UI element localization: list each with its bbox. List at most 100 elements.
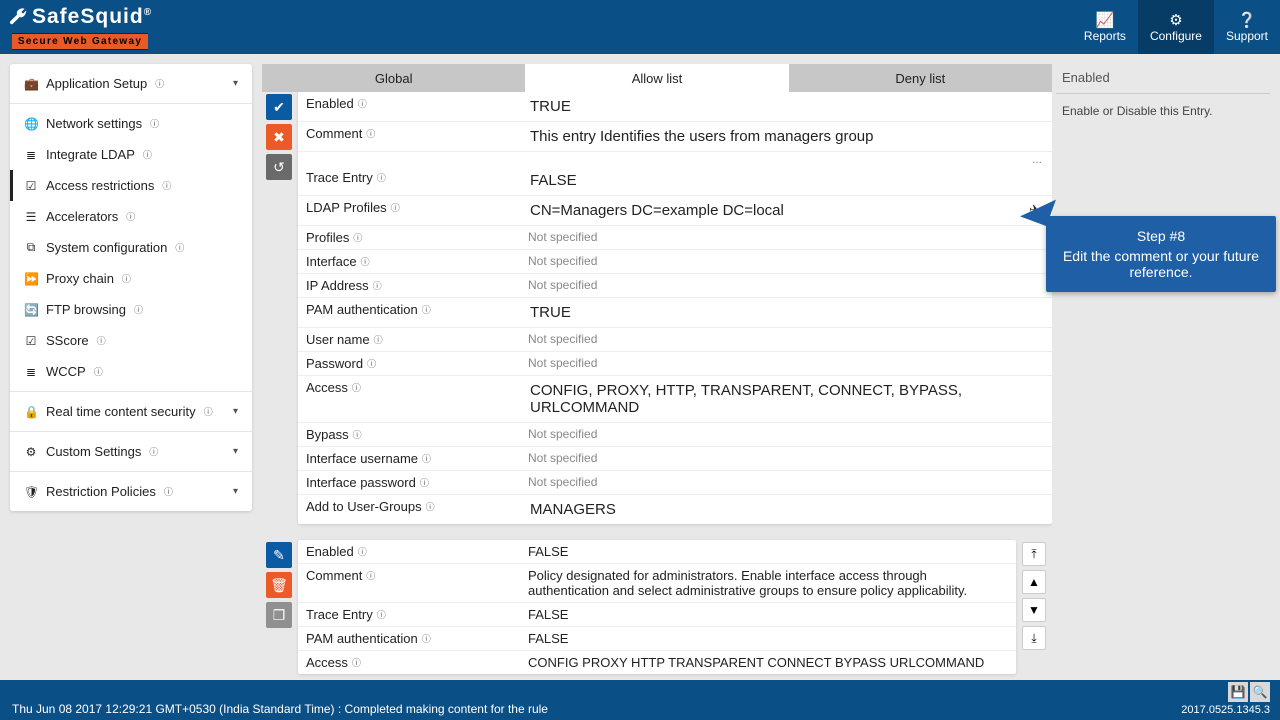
chevron-down-icon: ▾ (233, 446, 238, 457)
field-value-ldap-profiles[interactable]: CN=Managers DC=example DC=local✈ (518, 196, 1052, 225)
tab-deny-list[interactable]: Deny list (789, 64, 1052, 92)
info-icon[interactable]: ⓘ (353, 231, 362, 244)
confirm-button[interactable]: ✔ (266, 94, 292, 120)
tab-global[interactable]: Global (262, 64, 525, 92)
field-label-interface: Interfaceⓘ (298, 250, 518, 273)
search-icon[interactable]: 🔍 (1250, 682, 1270, 702)
entry-actions: ✎ 🗑 ❐ (262, 540, 298, 674)
sidebar: 💼Application Setupⓘ▾ 🌐Network settingsⓘ … (0, 54, 262, 680)
brand-logo: SafeSquid® Secure Web Gateway (8, 5, 152, 50)
field-value-user-name[interactable]: Not specified (518, 328, 1052, 350)
field-value-profiles[interactable]: Not specified (518, 226, 1052, 248)
sidebar-item-label: SScore (46, 333, 89, 348)
field-value-interface[interactable]: Not specified (518, 250, 1052, 272)
field-value-comment: Policy designated for administrators. En… (518, 564, 1016, 602)
info-icon[interactable]: ⓘ (366, 127, 375, 140)
field-value-password[interactable]: Not specified (518, 352, 1052, 374)
info-icon: ⓘ (126, 210, 135, 223)
field-label-access: Accessⓘ (298, 651, 518, 674)
sidebar-item-access-restrictions[interactable]: ☑Access restrictionsⓘ (10, 170, 252, 201)
sidebar-item-restriction-policies[interactable]: 🛡Restriction Policiesⓘ▾ (10, 476, 252, 507)
briefcase-icon: 💼 (24, 77, 38, 91)
move-down-button[interactable]: ▼ (1022, 598, 1046, 622)
info-icon: ⓘ (122, 272, 131, 285)
info-icon: ⓘ (164, 485, 173, 498)
tab-allow-list[interactable]: Allow list (525, 64, 788, 92)
check-icon: ☑ (24, 334, 38, 348)
field-value-comment[interactable]: This entry Identifies the users from man… (518, 122, 1052, 151)
sidebar-item-system-configuration[interactable]: ⧉System configurationⓘ (10, 232, 252, 263)
info-icon[interactable]: ⓘ (366, 569, 375, 582)
sidebar-item-label: Access restrictions (46, 178, 154, 193)
revert-button[interactable]: ↺ (266, 154, 292, 180)
info-icon: ⓘ (155, 77, 164, 90)
info-icon[interactable]: ⓘ (422, 452, 431, 465)
sidebar-item-integrate-ldap[interactable]: ≣Integrate LDAPⓘ (10, 139, 252, 170)
sidebar-item-sscore[interactable]: ☑SScoreⓘ (10, 325, 252, 356)
info-icon[interactable]: ⓘ (377, 171, 386, 184)
ellipsis: ... (298, 152, 1052, 166)
divider (10, 431, 252, 432)
field-value-add-to-user-groups[interactable]: MANAGERS (518, 495, 1052, 524)
sidebar-item-ftp-browsing[interactable]: 🔄FTP browsingⓘ (10, 294, 252, 325)
shield-icon: 🛡 (24, 485, 38, 499)
field-value-pam-auth[interactable]: TRUE (518, 298, 1052, 327)
tutorial-callout: Step #8 Edit the comment or your future … (1046, 216, 1276, 292)
info-icon[interactable]: ⓘ (358, 545, 367, 558)
info-icon[interactable]: ⓘ (373, 279, 382, 292)
sidebar-item-application-setup[interactable]: 💼Application Setupⓘ▾ (10, 68, 252, 99)
info-icon[interactable]: ⓘ (420, 476, 429, 489)
sidebar-item-accelerators[interactable]: ☰Acceleratorsⓘ (10, 201, 252, 232)
info-icon[interactable]: ⓘ (422, 632, 431, 645)
clone-button[interactable]: ❐ (266, 602, 292, 628)
field-value-ip-address[interactable]: Not specified (518, 274, 1052, 296)
field-value-trace-entry[interactable]: FALSE (518, 166, 1052, 195)
info-icon[interactable]: ⓘ (352, 656, 361, 669)
form-scroll-container: ✔ ✖ ↺ EnabledⓘTRUE CommentⓘThis entry Id… (262, 92, 1052, 680)
field-value-interface-password[interactable]: Not specified (518, 471, 1052, 493)
sidebar-item-realtime-content-security[interactable]: 🔒Real time content securityⓘ▾ (10, 396, 252, 427)
move-bottom-button[interactable]: ⤓ (1022, 626, 1046, 650)
info-icon[interactable]: ⓘ (422, 303, 431, 316)
delete-button[interactable]: 🗑 (266, 572, 292, 598)
help-panel: Enabled Enable or Disable this Entry. St… (1052, 54, 1280, 680)
info-icon[interactable]: ⓘ (358, 97, 367, 110)
sidebar-item-label: Accelerators (46, 209, 118, 224)
info-icon: ⓘ (149, 445, 158, 458)
info-icon[interactable]: ⓘ (391, 201, 400, 214)
info-icon[interactable]: ⓘ (353, 428, 362, 441)
info-icon[interactable]: ⓘ (374, 333, 383, 346)
field-label-comment: Commentⓘ (298, 564, 518, 587)
field-value-access[interactable]: CONFIG, PROXY, HTTP, TRANSPARENT, CONNEC… (518, 376, 1052, 422)
info-icon[interactable]: ⓘ (367, 357, 376, 370)
status-icons: 💾 🔍 (1228, 682, 1270, 702)
info-icon: ⓘ (162, 179, 171, 192)
nav-support[interactable]: ❔Support (1214, 0, 1280, 54)
field-value-access: CONFIG PROXY HTTP TRANSPARENT CONNECT BY… (518, 651, 1016, 674)
field-label-bypass: Bypassⓘ (298, 423, 518, 446)
info-icon[interactable]: ⓘ (377, 608, 386, 621)
sidebar-item-custom-settings[interactable]: ⚙Custom Settingsⓘ▾ (10, 436, 252, 467)
info-icon[interactable]: ⓘ (352, 381, 361, 394)
info-icon[interactable]: ⓘ (361, 255, 370, 268)
info-icon[interactable]: ⓘ (426, 500, 435, 513)
callout-step: Step #8 (1056, 228, 1266, 244)
field-value-interface-username[interactable]: Not specified (518, 447, 1052, 469)
save-icon[interactable]: 💾 (1228, 682, 1248, 702)
sidebar-item-proxy-chain[interactable]: ⏩Proxy chainⓘ (10, 263, 252, 294)
sidebar-item-network-settings[interactable]: 🌐Network settingsⓘ (10, 108, 252, 139)
edit-button[interactable]: ✎ (266, 542, 292, 568)
top-nav: 📈Reports ⚙Configure ❔Support (1072, 0, 1280, 54)
chevron-down-icon: ▾ (233, 78, 238, 89)
nav-configure[interactable]: ⚙Configure (1138, 0, 1214, 54)
sidebar-item-wccp[interactable]: ≣WCCPⓘ (10, 356, 252, 387)
move-top-button[interactable]: ⤒ (1022, 542, 1046, 566)
cancel-button[interactable]: ✖ (266, 124, 292, 150)
field-value-enabled[interactable]: TRUE (518, 92, 1052, 121)
field-value-bypass[interactable]: Not specified (518, 423, 1052, 445)
entry-body: EnabledⓘFALSE CommentⓘPolicy designated … (298, 540, 1016, 674)
form-scroll[interactable]: ✔ ✖ ↺ EnabledⓘTRUE CommentⓘThis entry Id… (262, 92, 1052, 680)
nav-reports[interactable]: 📈Reports (1072, 0, 1138, 54)
move-up-button[interactable]: ▲ (1022, 570, 1046, 594)
entry-actions: ✔ ✖ ↺ (262, 92, 298, 524)
